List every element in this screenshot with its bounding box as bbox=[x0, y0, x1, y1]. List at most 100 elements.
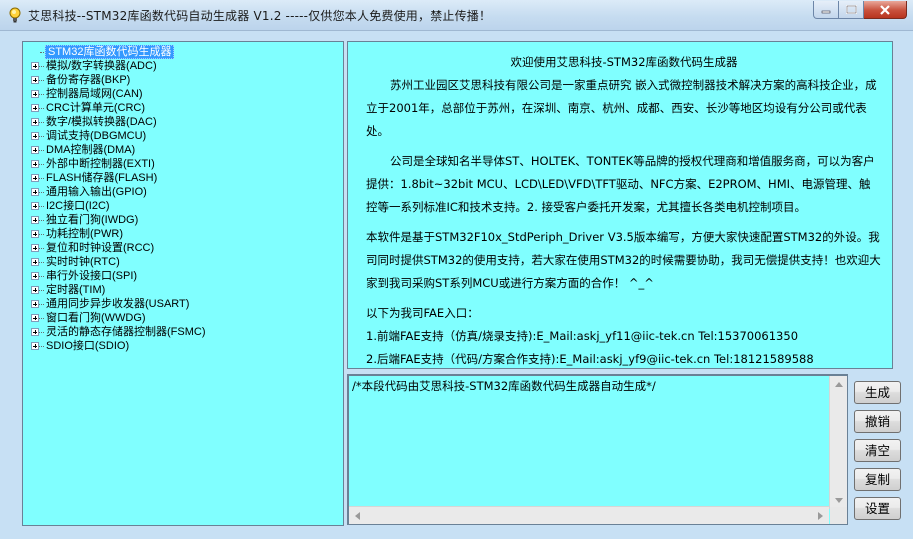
expand-plus-icon[interactable] bbox=[31, 314, 39, 322]
tree-item-label: DMA控制器(DMA) bbox=[46, 144, 136, 156]
expand-plus-icon[interactable] bbox=[31, 202, 39, 210]
expand-plus-icon[interactable] bbox=[31, 90, 39, 98]
tree-item[interactable]: 备份寄存器(BKP) bbox=[23, 73, 343, 87]
expand-plus-icon[interactable] bbox=[31, 160, 39, 168]
expand-plus-icon[interactable] bbox=[31, 216, 39, 224]
tree-item[interactable]: 通用同步异步收发器(USART) bbox=[23, 297, 343, 311]
tree-item[interactable]: 数字/模拟转换器(DAC) bbox=[23, 115, 343, 129]
expand-plus-icon[interactable] bbox=[31, 62, 39, 70]
expand-plus-icon[interactable] bbox=[31, 258, 39, 266]
maximize-button[interactable] bbox=[839, 1, 864, 19]
clear-button[interactable]: 清空 bbox=[854, 439, 901, 462]
tree-connector bbox=[39, 108, 44, 109]
tree-item-label: I2C接口(I2C) bbox=[46, 200, 110, 212]
expand-plus-icon[interactable] bbox=[31, 174, 39, 182]
expand-plus-icon[interactable] bbox=[31, 244, 39, 252]
tree-item-label: 数字/模拟转换器(DAC) bbox=[46, 116, 157, 128]
tree-item-label: 窗口看门狗(WWDG) bbox=[46, 312, 146, 324]
expand-plus-icon[interactable] bbox=[31, 300, 39, 308]
tree-connector bbox=[39, 290, 44, 291]
tree-item[interactable]: DMA控制器(DMA) bbox=[23, 143, 343, 157]
tree-item[interactable]: 实时时钟(RTC) bbox=[23, 255, 343, 269]
tree-connector bbox=[39, 178, 44, 179]
tree-connector bbox=[39, 94, 44, 95]
tree-item[interactable]: 复位和时钟设置(RCC) bbox=[23, 241, 343, 255]
company-intro: 苏州工业园区艾思科技有限公司是一家重点研究 嵌入式微控制器技术解决方案的高科技企… bbox=[366, 78, 877, 138]
generate-button[interactable]: 生成 bbox=[854, 381, 901, 404]
tree-item-label: 通用输入输出(GPIO) bbox=[46, 186, 147, 198]
minimize-icon bbox=[821, 10, 831, 13]
expand-plus-icon[interactable] bbox=[31, 104, 39, 112]
tree-item-label: 串行外设接口(SPI) bbox=[46, 270, 138, 282]
expand-plus-icon[interactable] bbox=[31, 230, 39, 238]
tree-item[interactable]: 控制器局域网(CAN) bbox=[23, 87, 343, 101]
tree-item-label: 定时器(TIM) bbox=[46, 284, 106, 296]
scroll-left-arrow-icon[interactable] bbox=[349, 507, 366, 524]
expand-plus-icon[interactable] bbox=[31, 132, 39, 140]
tree-connector bbox=[39, 136, 44, 137]
expand-plus-icon[interactable] bbox=[31, 188, 39, 196]
tree-connector bbox=[39, 332, 44, 333]
minimize-button[interactable] bbox=[813, 1, 839, 19]
tree-item[interactable]: SDIO接口(SDIO) bbox=[23, 339, 343, 353]
tree-connector bbox=[39, 234, 44, 235]
fae-frontend: 1.前端FAE支持（仿真/烧录支持):E_Mail:askj_yf11@iic-… bbox=[366, 329, 799, 343]
tree-item-label: 调试支持(DBGMCU) bbox=[46, 130, 147, 142]
tree-connector bbox=[39, 346, 44, 347]
maximize-icon bbox=[845, 5, 857, 14]
tree-connector bbox=[39, 276, 44, 277]
tree-item-label: 通用同步异步收发器(USART) bbox=[46, 298, 190, 310]
tree-item-label: FLASH储存器(FLASH) bbox=[46, 172, 158, 184]
tree-item-label: SDIO接口(SDIO) bbox=[46, 340, 130, 352]
tree-connector bbox=[39, 150, 44, 151]
tree-root-item[interactable]: STM32库函数代码生成器 bbox=[23, 45, 343, 59]
tree-item-label: 功耗控制(PWR) bbox=[46, 228, 123, 240]
scroll-right-arrow-icon[interactable] bbox=[812, 507, 829, 524]
close-icon bbox=[880, 4, 890, 15]
tree-connector bbox=[39, 122, 44, 123]
tree-item[interactable]: 通用输入输出(GPIO) bbox=[23, 185, 343, 199]
scroll-up-arrow-icon[interactable] bbox=[830, 376, 847, 393]
tree-item-label: 灵活的静态存储器控制器(FSMC) bbox=[46, 326, 206, 338]
tree-item[interactable]: 调试支持(DBGMCU) bbox=[23, 129, 343, 143]
tree-connector bbox=[39, 192, 44, 193]
copy-button[interactable]: 复制 bbox=[854, 468, 901, 491]
close-button[interactable] bbox=[864, 1, 907, 19]
tree-item[interactable]: I2C接口(I2C) bbox=[23, 199, 343, 213]
peripheral-tree[interactable]: STM32库函数代码生成器 模拟/数字转换器(ADC) 备份寄存器(BKP) 控制器… bbox=[22, 41, 344, 526]
tree-item[interactable]: 模拟/数字转换器(ADC) bbox=[23, 59, 343, 73]
tree-item[interactable]: 灵活的静态存储器控制器(FSMC) bbox=[23, 325, 343, 339]
title-bar: 艾思科技--STM32库函数代码自动生成器 V1.2 -----仅供您本人免费使… bbox=[0, 0, 913, 31]
tree-root-label: STM32库函数代码生成器 bbox=[45, 45, 175, 59]
tree-item[interactable]: 串行外设接口(SPI) bbox=[23, 269, 343, 283]
fae-heading: 以下为我司FAE入口： bbox=[366, 306, 479, 320]
expand-plus-icon[interactable] bbox=[31, 286, 39, 294]
tree-item[interactable]: 独立看门狗(IWDG) bbox=[23, 213, 343, 227]
vertical-scrollbar[interactable] bbox=[829, 376, 847, 509]
expand-plus-icon[interactable] bbox=[31, 118, 39, 126]
tree-item[interactable]: 定时器(TIM) bbox=[23, 283, 343, 297]
tree-list: STM32库函数代码生成器 模拟/数字转换器(ADC) 备份寄存器(BKP) 控制器… bbox=[23, 45, 343, 353]
tree-item[interactable]: CRC计算单元(CRC) bbox=[23, 101, 343, 115]
tree-item[interactable]: FLASH储存器(FLASH) bbox=[23, 171, 343, 185]
tree-item-label: 外部中断控制器(EXTI) bbox=[46, 158, 155, 170]
window-controls bbox=[813, 1, 907, 21]
expand-plus-icon[interactable] bbox=[31, 272, 39, 280]
undo-button[interactable]: 撤销 bbox=[854, 410, 901, 433]
expand-plus-icon[interactable] bbox=[31, 76, 39, 84]
code-output-textarea[interactable]: /*本段代码由艾思科技-STM32库函数代码生成器自动生成*/ bbox=[347, 374, 848, 525]
expand-plus-icon[interactable] bbox=[31, 146, 39, 154]
expand-plus-icon[interactable] bbox=[31, 342, 39, 350]
tree-connector bbox=[39, 66, 44, 67]
tree-item[interactable]: 窗口看门狗(WWDG) bbox=[23, 311, 343, 325]
fae-backend: 2.后端FAE支持（代码/方案合作支持):E_Mail:askj_yf9@iic… bbox=[366, 352, 814, 366]
app-lightbulb-icon bbox=[9, 7, 21, 23]
tree-item[interactable]: 外部中断控制器(EXTI) bbox=[23, 157, 343, 171]
horizontal-scrollbar[interactable] bbox=[349, 506, 829, 524]
tree-item[interactable]: 功耗控制(PWR) bbox=[23, 227, 343, 241]
settings-button[interactable]: 设置 bbox=[854, 497, 901, 520]
expand-plus-icon[interactable] bbox=[31, 328, 39, 336]
tree-connector bbox=[39, 80, 44, 81]
software-description: 本软件是基于STM32F10x_StdPeriph_Driver V3.5版本编… bbox=[366, 230, 881, 290]
tree-item-label: 控制器局域网(CAN) bbox=[46, 88, 143, 100]
